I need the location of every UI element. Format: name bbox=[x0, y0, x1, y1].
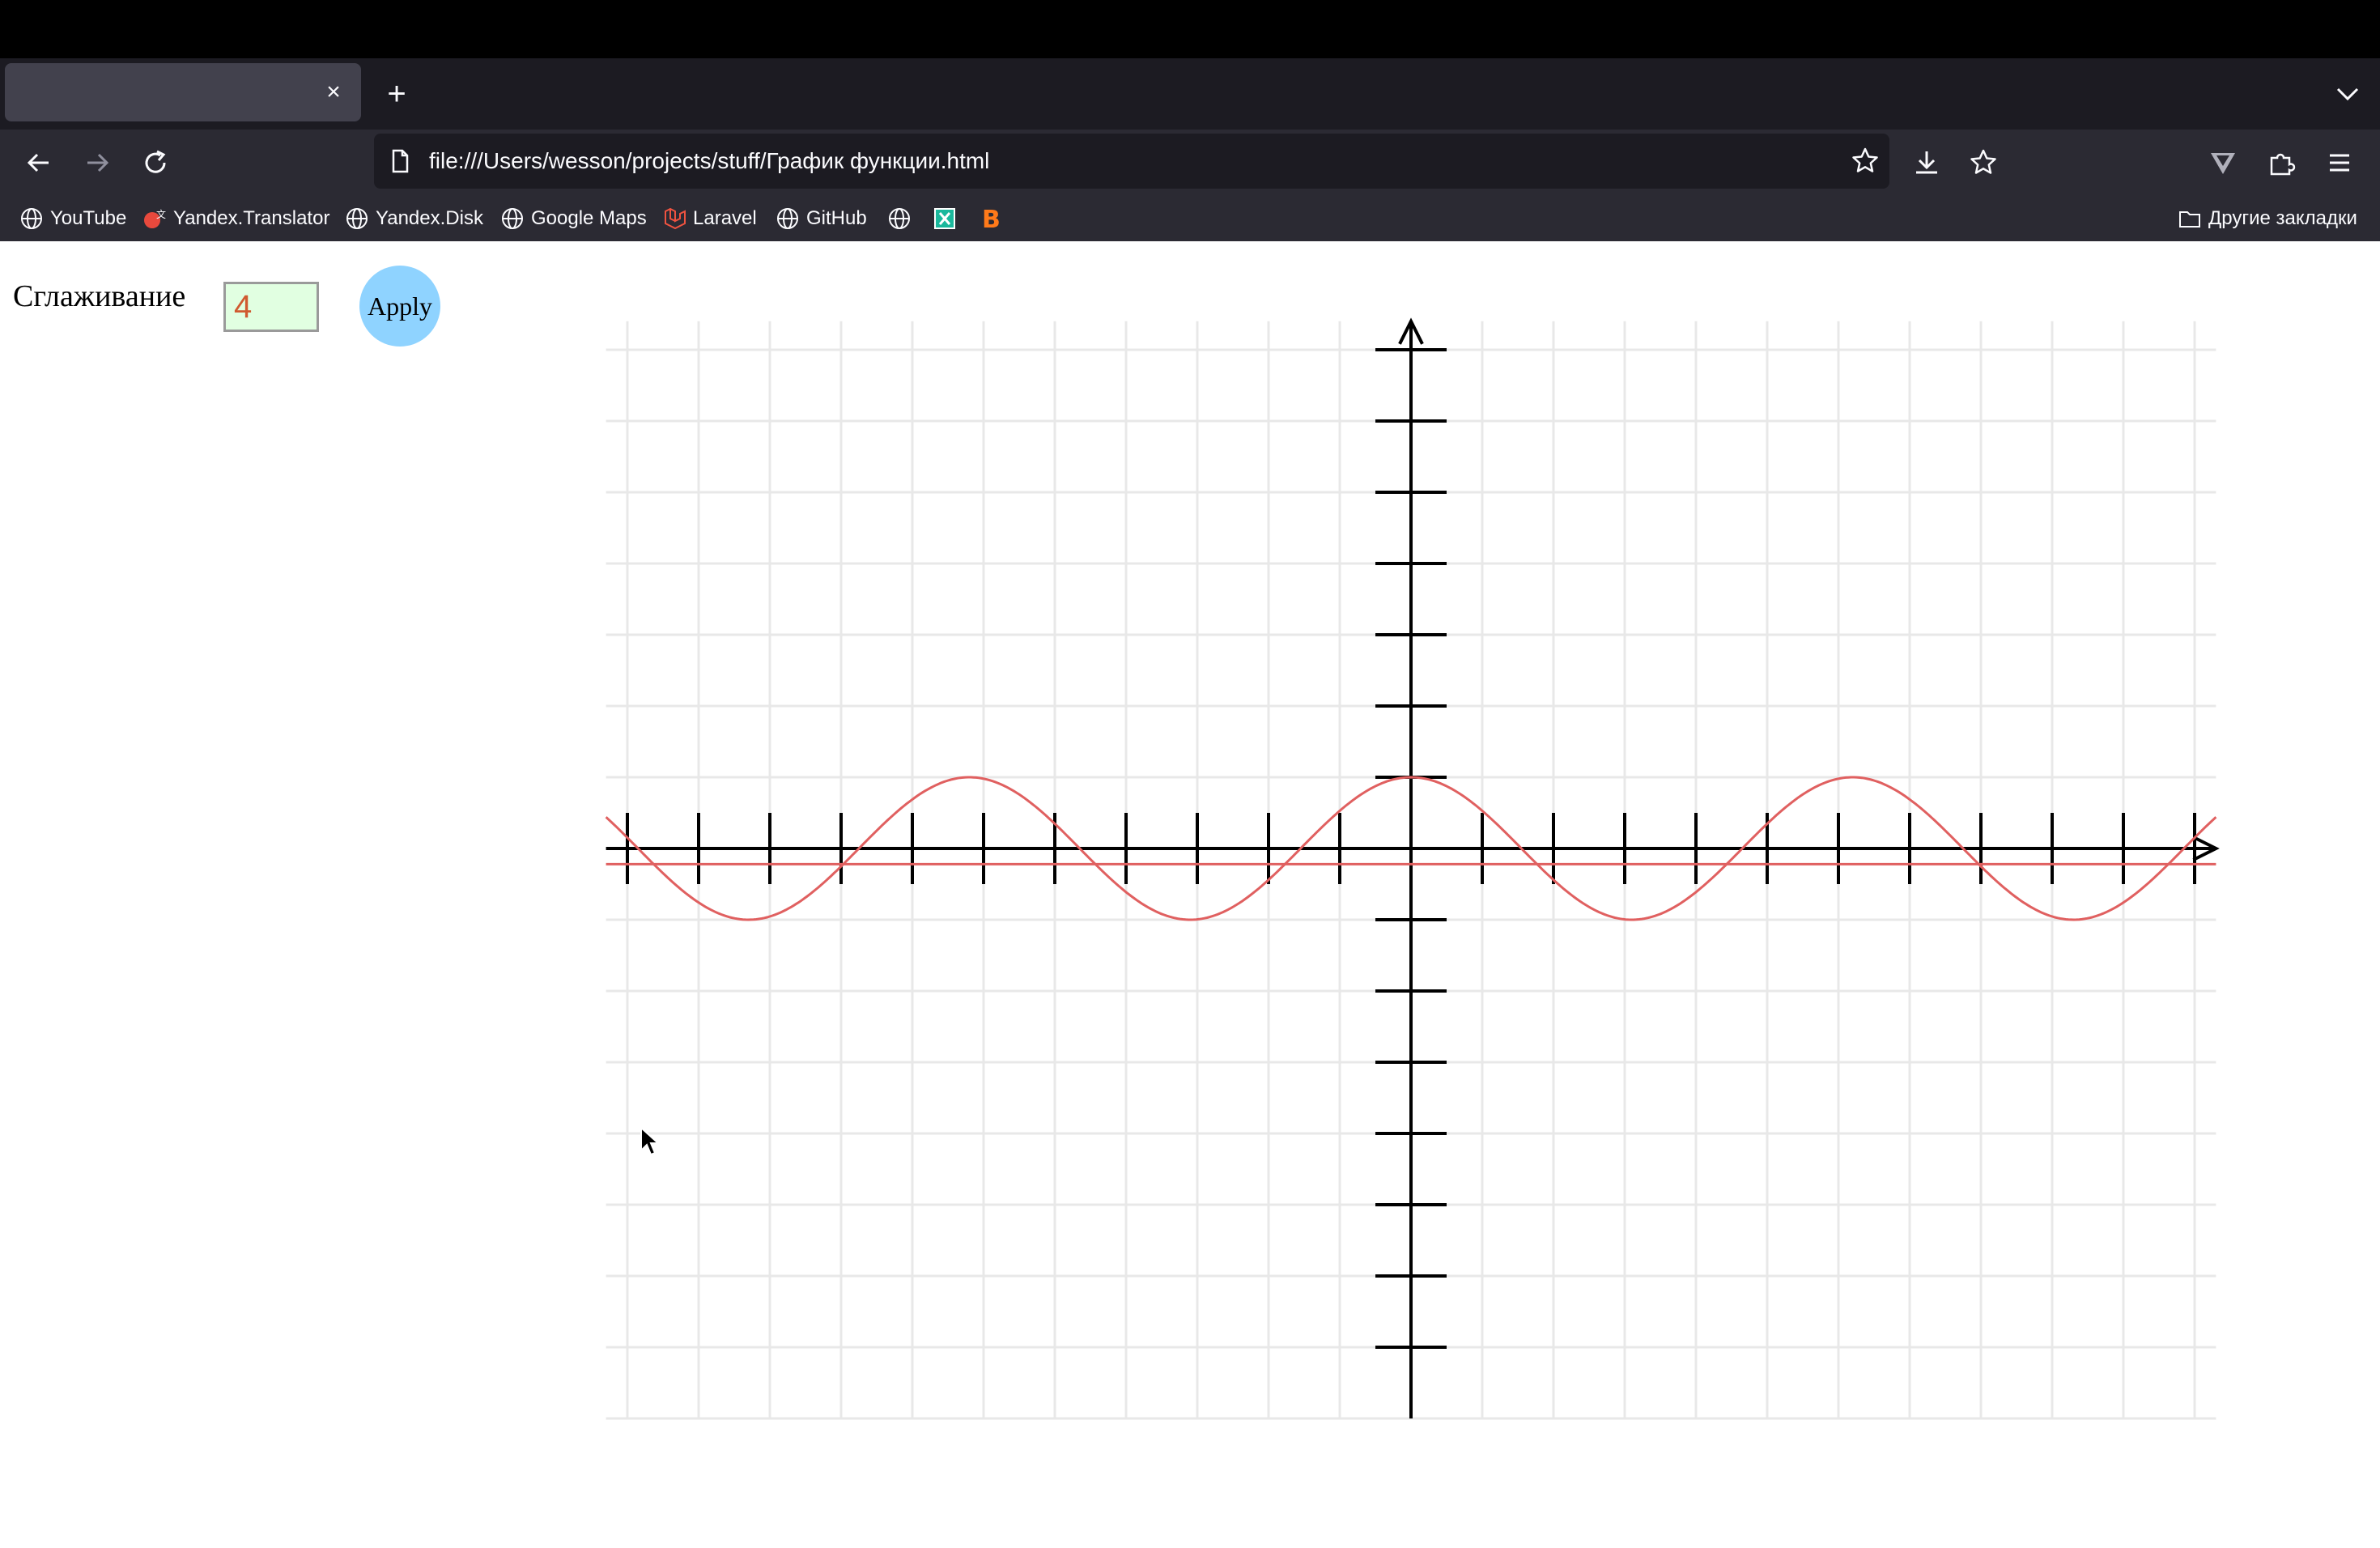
url-text[interactable]: file:///Users/wesson/projects/stuff/Граф… bbox=[429, 134, 989, 189]
arrow-right-icon bbox=[87, 153, 109, 172]
yandex-translate-icon: 文 bbox=[144, 208, 166, 228]
bookmark-x[interactable] bbox=[933, 202, 963, 235]
pocket-button[interactable] bbox=[1962, 142, 2004, 184]
downloads-button[interactable] bbox=[1906, 142, 1948, 184]
tab-active[interactable]: × bbox=[5, 63, 361, 121]
bookmarks-toolbar: YouTube 文 Yandex.Translator Yandex.Disk … bbox=[0, 196, 2380, 241]
bookmark-label: YouTube bbox=[50, 207, 127, 229]
other-bookmarks-label: Другие закладки bbox=[2208, 207, 2357, 229]
smoothing-input[interactable]: 4 bbox=[223, 282, 319, 332]
smoothing-label: Сглаживание bbox=[13, 279, 186, 313]
forward-button[interactable] bbox=[76, 142, 118, 184]
bookmark-label: Yandex.Translator bbox=[173, 207, 330, 229]
tab-bar: × + bbox=[0, 58, 2380, 130]
b-icon: B bbox=[982, 206, 1001, 231]
bookmark-google-maps[interactable]: Google Maps bbox=[500, 202, 647, 235]
vpn-shield-icon bbox=[2211, 153, 2235, 174]
reload-icon bbox=[145, 150, 166, 173]
download-icon bbox=[1916, 151, 1937, 174]
menu-button[interactable] bbox=[2318, 142, 2361, 184]
hamburger-menu-icon bbox=[2330, 154, 2349, 172]
svg-text:文: 文 bbox=[156, 208, 166, 220]
arrow-left-icon bbox=[27, 153, 49, 172]
globe-icon bbox=[21, 208, 42, 229]
extensions-button[interactable] bbox=[2260, 142, 2302, 184]
globe-icon bbox=[777, 208, 798, 229]
other-bookmarks[interactable]: Другие закладки bbox=[2178, 202, 2357, 235]
page-icon bbox=[392, 149, 409, 173]
bookmark-github[interactable]: GitHub bbox=[776, 202, 867, 235]
x-icon bbox=[934, 208, 955, 229]
chart-axes bbox=[606, 317, 2220, 1418]
bookmark-label: Laravel bbox=[693, 207, 757, 229]
reload-button[interactable] bbox=[134, 142, 176, 184]
bookmark-youtube[interactable]: YouTube bbox=[19, 202, 126, 235]
globe-icon bbox=[502, 208, 523, 229]
extension-vpn-button[interactable] bbox=[2202, 142, 2244, 184]
laravel-icon bbox=[665, 207, 686, 230]
bookmark-laravel[interactable]: Laravel bbox=[662, 202, 757, 235]
screen-top-bar bbox=[0, 0, 2380, 58]
navigation-toolbar: file:///Users/wesson/projects/stuff/Граф… bbox=[0, 130, 2380, 196]
mouse-cursor-icon bbox=[640, 1126, 661, 1156]
bookmark-label: GitHub bbox=[806, 207, 867, 229]
bookmark-label: Google Maps bbox=[531, 207, 647, 229]
globe-icon bbox=[889, 208, 910, 229]
apply-button[interactable]: Apply bbox=[359, 266, 440, 347]
star-icon[interactable] bbox=[1851, 147, 1880, 176]
back-button[interactable] bbox=[18, 142, 60, 184]
svg-text:B: B bbox=[982, 206, 1001, 231]
bookmark-yandex-translator[interactable]: 文 Yandex.Translator bbox=[142, 202, 329, 235]
url-bar[interactable]: file:///Users/wesson/projects/stuff/Граф… bbox=[374, 134, 1889, 189]
page-content: Сглаживание 4 Apply bbox=[0, 241, 2380, 1548]
bookmark-globe[interactable] bbox=[887, 202, 918, 235]
puzzle-icon bbox=[2270, 153, 2296, 176]
globe-icon bbox=[346, 208, 368, 229]
tab-list-button[interactable] bbox=[2331, 78, 2364, 110]
folder-icon bbox=[2179, 211, 2200, 228]
star-outline-icon bbox=[1970, 149, 1996, 174]
tab-close-button[interactable]: × bbox=[319, 78, 348, 107]
bookmark-b[interactable]: B bbox=[978, 202, 1009, 235]
bookmark-yandex-disk[interactable]: Yandex.Disk bbox=[345, 202, 483, 235]
new-tab-button[interactable]: + bbox=[380, 78, 413, 110]
chevron-down-icon bbox=[2336, 87, 2359, 101]
bookmark-label: Yandex.Disk bbox=[376, 207, 483, 229]
function-graph bbox=[605, 317, 2220, 1420]
